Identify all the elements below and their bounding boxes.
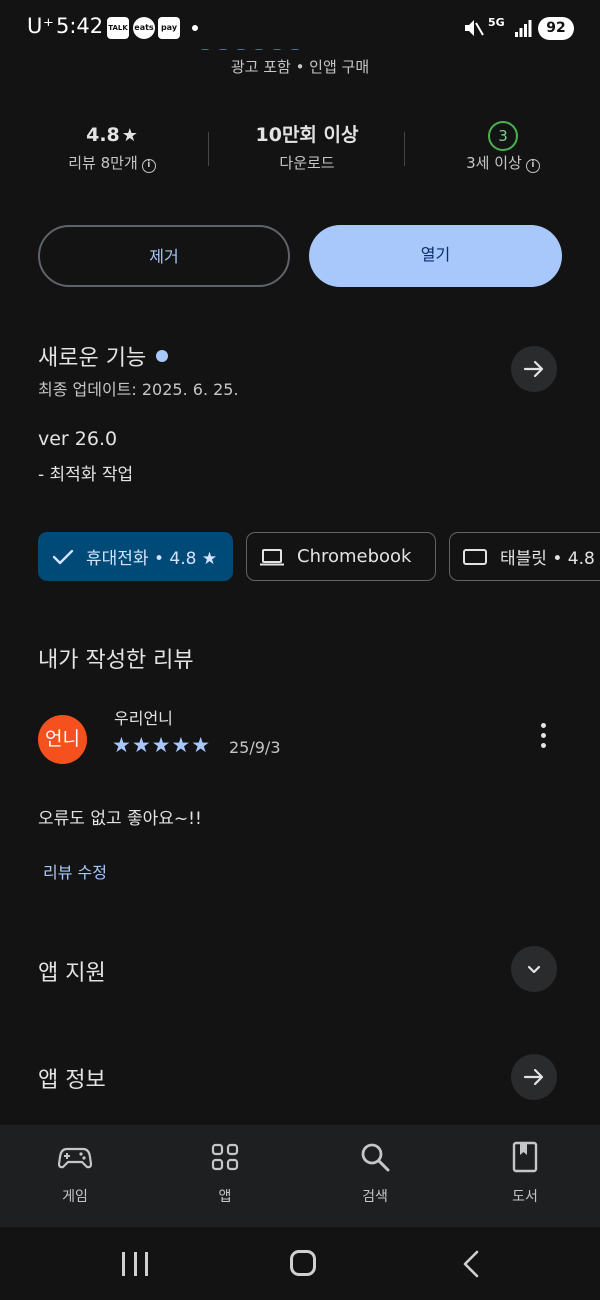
- home-icon[interactable]: [290, 1250, 316, 1276]
- age-rating-badge: 3: [488, 121, 518, 151]
- stat-divider: [404, 132, 405, 166]
- rating-stat[interactable]: 4.8 ★ 리뷰 8만개 i: [27, 120, 197, 173]
- nav-item-books[interactable]: 도서: [475, 1140, 575, 1206]
- app-ads-iap-info: 광고 포함 • 인앱 구매: [230, 58, 370, 76]
- stat-divider: [208, 132, 209, 166]
- age-rating-label: 3세 이상: [466, 154, 522, 172]
- carrier-label: U⁺: [27, 14, 55, 38]
- whats-new-arrow-button[interactable]: [511, 346, 557, 392]
- signal-icon: [515, 20, 532, 37]
- app-info-heading[interactable]: 앱 정보: [38, 1062, 106, 1094]
- app-info-arrow-button[interactable]: [511, 1054, 557, 1100]
- nav-label: 앱: [218, 1189, 232, 1205]
- star-icon: ★: [121, 125, 138, 146]
- search-icon: [361, 1143, 390, 1172]
- reviewer-name: 우리언니: [114, 709, 173, 728]
- device-chip-chromebook[interactable]: Chromebook: [246, 532, 436, 581]
- nav-label: 도서: [512, 1189, 538, 1205]
- clock: 5:42: [56, 14, 104, 38]
- check-icon: [52, 549, 74, 564]
- chevron-down-icon: [527, 965, 541, 974]
- arrow-right-icon: [523, 1068, 544, 1086]
- whats-new-title: 새로운 기능: [38, 346, 147, 371]
- network-type: 5G: [488, 16, 505, 29]
- avatar: 언니: [38, 715, 87, 764]
- review-date: 25/9/3: [229, 738, 281, 757]
- nav-item-games[interactable]: 게임: [25, 1140, 125, 1206]
- review-count: 리뷰 8만개: [68, 154, 138, 172]
- laptop-icon: [260, 548, 284, 565]
- pay-notification-icon: pay: [158, 17, 180, 39]
- mute-icon: [465, 20, 484, 36]
- book-icon: [512, 1141, 538, 1173]
- downloads-label: 다운로드: [279, 154, 335, 172]
- info-icon: i: [525, 159, 540, 173]
- my-review-heading: 내가 작성한 리뷰: [38, 648, 194, 673]
- recent-apps-icon[interactable]: [122, 1252, 148, 1276]
- more-options-icon[interactable]: [536, 723, 550, 755]
- nav-item-apps[interactable]: 앱: [175, 1140, 275, 1206]
- app-support-heading[interactable]: 앱 지원: [38, 955, 106, 987]
- rating-value: 4.8: [86, 124, 120, 146]
- whats-new-heading[interactable]: 새로운 기능: [38, 340, 169, 372]
- downloads-stat: 10만회 이상 다운로드: [222, 120, 392, 173]
- open-button[interactable]: 열기: [309, 225, 562, 287]
- nav-item-search[interactable]: 검색: [325, 1140, 425, 1206]
- battery-level: 92: [538, 17, 574, 40]
- kakaotalk-notification-icon: TALK: [107, 17, 129, 39]
- nav-label: 게임: [62, 1189, 88, 1205]
- device-chip-phone[interactable]: 휴대전화 • 4.8 ★: [38, 532, 233, 581]
- tablet-icon: [463, 548, 487, 565]
- app-support-expand-button[interactable]: [511, 946, 557, 992]
- device-chip-label: 태블릿 • 4.8 ★: [500, 549, 600, 569]
- downloads-value: 10만회 이상: [255, 124, 359, 146]
- app-title-cutoff: [200, 40, 400, 50]
- review-stars-icon: ★★★★★: [112, 733, 212, 757]
- device-chip-tablet[interactable]: 태블릿 • 4.8 ★: [449, 532, 600, 581]
- device-chip-label: Chromebook: [297, 546, 412, 567]
- new-indicator-dot: [156, 350, 169, 362]
- age-rating-stat[interactable]: 3 3세 이상 i: [418, 120, 588, 173]
- release-note: - 최적화 작업: [38, 465, 134, 485]
- edit-review-link[interactable]: 리뷰 수정: [43, 859, 107, 883]
- version-text: ver 26.0: [38, 428, 118, 450]
- nav-label: 검색: [362, 1189, 388, 1205]
- back-icon[interactable]: [460, 1250, 482, 1278]
- device-chip-label: 휴대전화 • 4.8 ★: [86, 549, 218, 569]
- arrow-right-icon: [523, 360, 544, 378]
- gamepad-icon: [58, 1147, 92, 1169]
- more-notifications-dot-icon: [192, 25, 198, 31]
- info-icon: i: [141, 159, 156, 173]
- uninstall-button[interactable]: 제거: [38, 225, 290, 287]
- last-updated: 최종 업데이트: 2025. 6. 25.: [38, 380, 239, 399]
- coupang-eats-notification-icon: eats: [133, 17, 155, 39]
- review-text: 오류도 없고 좋아요~!!: [38, 809, 202, 829]
- apps-grid-icon: [211, 1143, 239, 1171]
